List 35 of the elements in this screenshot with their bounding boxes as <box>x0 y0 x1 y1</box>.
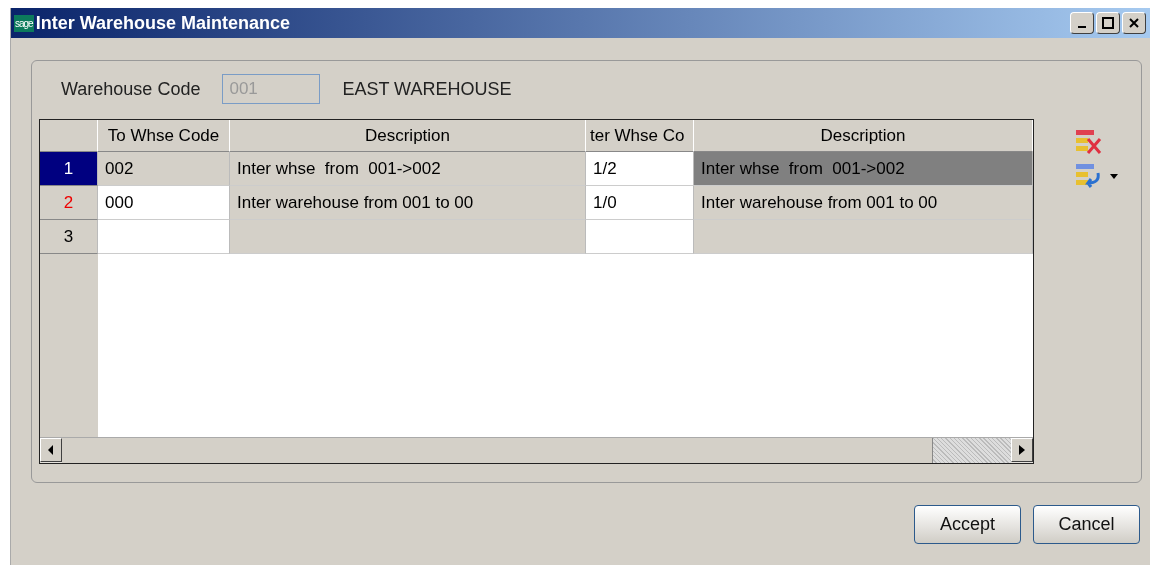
table-cell: 002 <box>98 152 230 186</box>
warehouse-name: EAST WAREHOUSE <box>342 78 512 100</box>
table-cell: Inter whse from 001->002 <box>694 152 1033 186</box>
table-cell: Inter whse from 001->002 <box>230 152 586 186</box>
window-title: Inter Warehouse Maintenance <box>35 12 292 34</box>
minimize-button[interactable] <box>1070 12 1094 34</box>
column-header[interactable]: ter Whse Co <box>586 120 694 152</box>
scroll-left-button[interactable] <box>40 438 62 462</box>
delete-rows-icon[interactable] <box>1074 129 1102 155</box>
table-cell: Inter warehouse from 001 to 00 <box>694 186 1033 220</box>
column-header[interactable]: Description <box>230 120 586 152</box>
minimize-icon <box>1078 26 1086 28</box>
rows-arrow-icon[interactable] <box>1074 163 1102 189</box>
scroll-right-button[interactable] <box>1011 438 1033 462</box>
cancel-button[interactable]: Cancel <box>1033 505 1140 544</box>
close-icon <box>1128 17 1140 29</box>
table-cell: 1/0 <box>586 186 694 220</box>
maximize-icon <box>1102 17 1114 29</box>
app-logo: sage <box>14 14 34 32</box>
column-header[interactable]: Description <box>694 120 1033 152</box>
table-cell: 1/2 <box>586 152 694 186</box>
close-button[interactable] <box>1122 12 1146 34</box>
horizontal-scrollbar[interactable] <box>40 437 1033 463</box>
left-arrow-icon <box>48 445 54 455</box>
right-arrow-icon <box>1019 445 1025 455</box>
row-number[interactable]: 1 <box>40 152 98 186</box>
row-number[interactable]: 3 <box>40 220 98 254</box>
field-label: Warehouse Code <box>61 78 201 100</box>
table-cell: 000 <box>98 186 230 220</box>
maximize-button[interactable] <box>1096 12 1120 34</box>
accept-button[interactable]: Accept <box>914 505 1021 544</box>
scroll-thumb[interactable] <box>62 438 933 463</box>
dropdown-caret-icon[interactable] <box>1110 173 1118 179</box>
table-cell: Inter warehouse from 001 to 00 <box>230 186 586 220</box>
column-header[interactable]: To Whse Code <box>98 120 230 152</box>
